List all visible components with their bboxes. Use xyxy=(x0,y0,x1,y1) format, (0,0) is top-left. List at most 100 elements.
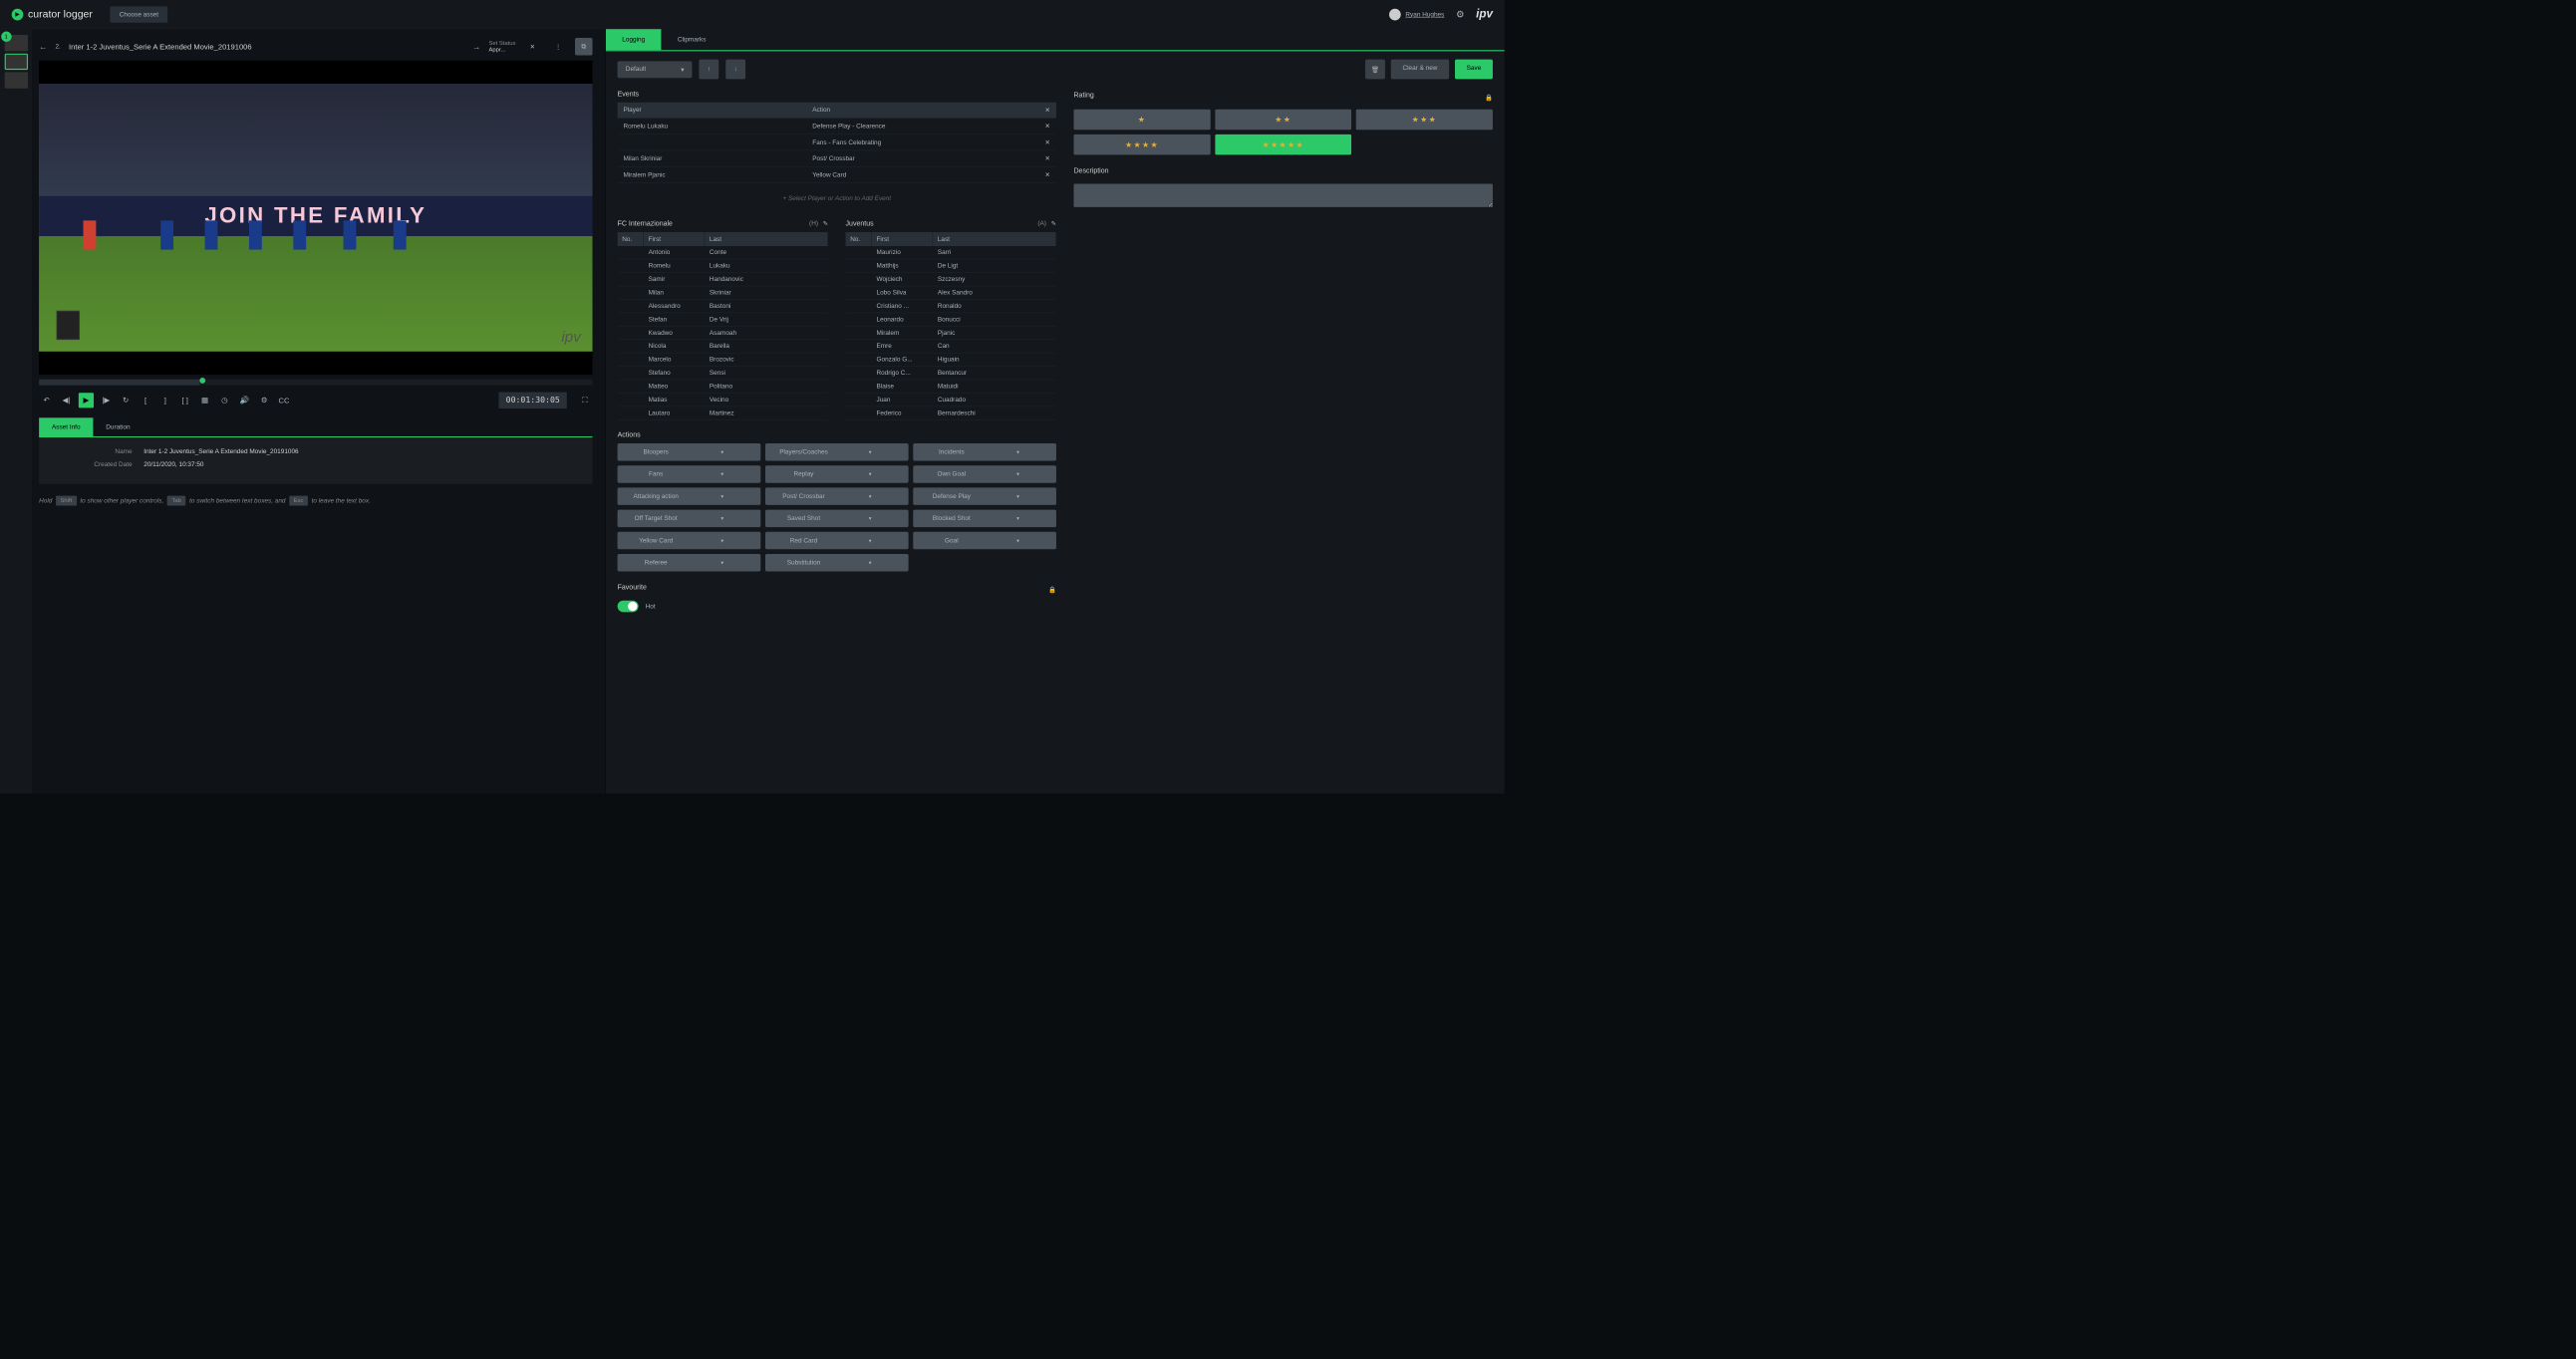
action-button[interactable]: Substitution▾ xyxy=(765,554,909,572)
roster-row[interactable]: MarceloBrozovic xyxy=(618,353,828,366)
more-icon[interactable]: ⋮ xyxy=(549,38,567,56)
step-fwd-icon[interactable]: |▶ xyxy=(99,393,114,408)
tab-clipmarks[interactable]: Clipmarks xyxy=(662,29,722,50)
template-dropdown[interactable]: Default▾ xyxy=(618,61,693,78)
playhead[interactable] xyxy=(199,378,205,384)
delete-button[interactable]: 🗑 xyxy=(1365,60,1385,80)
mark-out-icon[interactable]: ] xyxy=(157,393,172,408)
action-button[interactable]: Off Target Shot▾ xyxy=(618,510,761,528)
mark-in-icon[interactable]: [ xyxy=(138,393,152,408)
roster-row[interactable]: KwadwoAsamoah xyxy=(618,327,828,340)
roster-row[interactable]: StefanDe Vrij xyxy=(618,313,828,326)
remove-event-icon[interactable]: ✕ xyxy=(1038,167,1056,183)
timeline[interactable] xyxy=(39,380,592,386)
gear-icon[interactable]: ⚙ xyxy=(1456,8,1464,20)
roster-row[interactable]: AntonioConte xyxy=(618,246,828,259)
roster-row[interactable]: Cristiano ...Ronaldo xyxy=(846,300,1056,313)
cc-icon[interactable]: CC xyxy=(276,393,291,408)
rail-thumb-1[interactable]: 1 xyxy=(4,35,27,51)
rating-2[interactable]: ★★ xyxy=(1215,110,1351,130)
remove-event-icon[interactable]: ✕ xyxy=(1038,119,1056,135)
roster-row[interactable]: MatteoPolitano xyxy=(618,380,828,393)
loop-icon[interactable]: ↻ xyxy=(119,393,134,408)
rating-lock-icon[interactable]: 🔒 xyxy=(1485,94,1493,102)
user-menu[interactable]: Ryan Hughes xyxy=(1389,8,1444,20)
action-button[interactable]: Defense Play▾ xyxy=(913,487,1056,505)
remove-event-icon[interactable]: ✕ xyxy=(1038,135,1056,150)
move-down-button[interactable]: ↓ xyxy=(725,60,745,80)
action-button[interactable]: Replay▾ xyxy=(765,465,909,483)
action-button[interactable]: Goal▾ xyxy=(913,532,1056,550)
video-player[interactable]: JOIN THE FAMILY ipv xyxy=(39,61,592,375)
remove-event-icon[interactable]: ✕ xyxy=(1038,150,1056,166)
action-button[interactable]: Saved Shot▾ xyxy=(765,510,909,528)
roster-row[interactable]: SamirHandanovic xyxy=(618,273,828,286)
close-icon[interactable]: ✕ xyxy=(524,38,542,56)
roster-row[interactable]: Gonzalo G...Higuain xyxy=(846,353,1056,366)
rating-4[interactable]: ★★★★ xyxy=(1073,135,1210,154)
roster-row[interactable]: EmreCan xyxy=(846,340,1056,353)
prev-asset-icon[interactable]: ← xyxy=(39,42,47,51)
roster-row[interactable]: Rodrigo C...Bentancur xyxy=(846,367,1056,380)
save-button[interactable]: Save xyxy=(1455,60,1493,80)
rating-3[interactable]: ★★★ xyxy=(1356,110,1493,130)
tab-logging[interactable]: Logging xyxy=(606,29,662,50)
roster-row[interactable]: LeonardoBonucci xyxy=(846,313,1056,326)
action-button[interactable]: Players/Coaches▾ xyxy=(765,443,909,461)
roster-row[interactable]: MatthijsDe Ligt xyxy=(846,259,1056,272)
tab-asset-info[interactable]: Asset Info xyxy=(39,417,93,436)
popout-icon[interactable]: ⧉ xyxy=(575,38,593,56)
rail-thumb-2[interactable] xyxy=(4,54,27,70)
action-button[interactable]: Incidents▾ xyxy=(913,443,1056,461)
action-button[interactable]: Attacking action▾ xyxy=(618,487,761,505)
events-head-x[interactable]: ✕ xyxy=(1038,103,1056,119)
bracket-icon[interactable]: [ ] xyxy=(177,393,192,408)
roster-row[interactable]: MaurizioSarri xyxy=(846,246,1056,259)
lock-icon[interactable]: 🔒 xyxy=(1048,586,1056,594)
rating-5[interactable]: ★★★★★ xyxy=(1215,135,1351,154)
roster-row[interactable]: JuanCuadrado xyxy=(846,394,1056,407)
next-asset-icon[interactable]: → xyxy=(472,42,480,51)
roster-row[interactable]: StefanoSensi xyxy=(618,367,828,380)
grid-icon[interactable]: ▦ xyxy=(197,393,212,408)
roster-row[interactable]: LautaroMartinez xyxy=(618,407,828,419)
roster-row[interactable]: FedericoBernardeschi xyxy=(846,407,1056,419)
status-dropdown[interactable]: Set Status Appr... xyxy=(488,40,515,53)
roster-row[interactable]: AlessandroBastoni xyxy=(618,300,828,313)
add-event-button[interactable]: + Select Player or Action to Add Event xyxy=(618,183,1056,213)
event-row[interactable]: Miralem PjanicYellow Card✕ xyxy=(618,167,1056,183)
action-button[interactable]: Blocked Shot▾ xyxy=(913,510,1056,528)
step-back-icon[interactable]: ◀| xyxy=(59,393,74,408)
clear-new-button[interactable]: Clear & new xyxy=(1391,60,1449,80)
action-button[interactable]: Referee▾ xyxy=(618,554,761,572)
action-button[interactable]: Red Card▾ xyxy=(765,532,909,550)
fullscreen-icon[interactable]: ⛶ xyxy=(577,393,592,408)
action-button[interactable]: Yellow Card▾ xyxy=(618,532,761,550)
roster-row[interactable]: Lobo SilvaAlex Sandro xyxy=(846,286,1056,299)
volume-icon[interactable]: 🔊 xyxy=(237,393,252,408)
choose-asset-button[interactable]: Choose asset xyxy=(110,6,167,22)
favourite-toggle[interactable] xyxy=(618,601,639,613)
event-row[interactable]: Romelu LukakuDefense Play - Clearence✕ xyxy=(618,119,1056,135)
move-up-button[interactable]: ↑ xyxy=(700,60,719,80)
roster-row[interactable]: RomeluLukaku xyxy=(618,259,828,272)
roster-row[interactable]: MatiasVecino xyxy=(618,394,828,407)
rating-1[interactable]: ★ xyxy=(1073,110,1210,130)
rail-thumb-3[interactable] xyxy=(4,72,27,88)
settings-icon[interactable]: ⚙ xyxy=(257,393,272,408)
action-button[interactable]: Fans▾ xyxy=(618,465,761,483)
roster-row[interactable]: NicolaBarella xyxy=(618,340,828,353)
roster-row[interactable]: BlaiseMatuidi xyxy=(846,380,1056,393)
event-row[interactable]: Milan SkriniarPost/ Crossbar✕ xyxy=(618,150,1056,166)
description-input[interactable] xyxy=(1073,184,1492,207)
rewind-icon[interactable]: ↶ xyxy=(39,393,54,408)
action-button[interactable]: Own Goal▾ xyxy=(913,465,1056,483)
tab-duration[interactable]: Duration xyxy=(93,417,143,436)
edit-away-icon[interactable]: ✎ xyxy=(1051,219,1056,227)
action-button[interactable]: Post/ Crossbar▾ xyxy=(765,487,909,505)
edit-home-icon[interactable]: ✎ xyxy=(823,219,828,227)
event-row[interactable]: Fans - Fans Celebrating✕ xyxy=(618,135,1056,150)
play-button[interactable]: ▶ xyxy=(79,393,94,408)
roster-row[interactable]: MiralemPjanic xyxy=(846,327,1056,340)
roster-row[interactable]: MilanSkriniar xyxy=(618,286,828,299)
